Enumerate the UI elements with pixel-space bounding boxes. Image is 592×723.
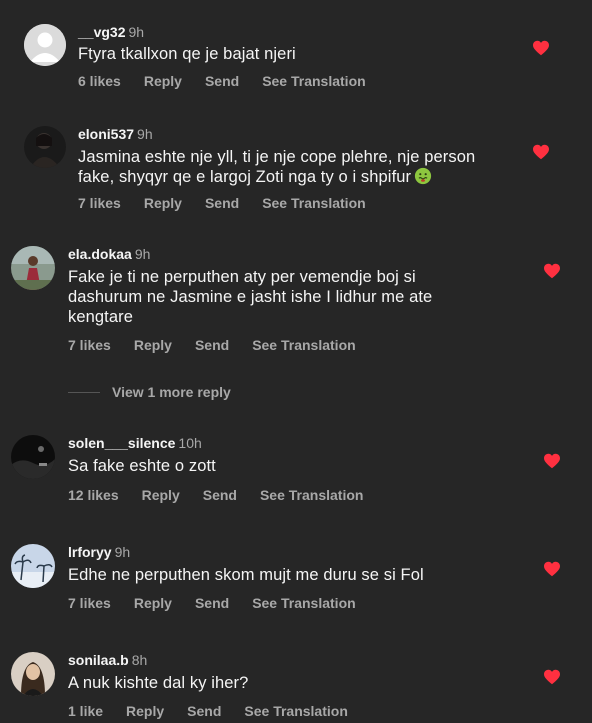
like-heart-icon[interactable] xyxy=(532,40,550,56)
comment-text-line: dashurum ne Jasmine e jasht ishe I lidhu… xyxy=(68,288,433,306)
username[interactable]: solen___silence xyxy=(68,435,175,451)
default-avatar-icon xyxy=(24,24,66,66)
see-translation-button[interactable]: See Translation xyxy=(252,595,355,611)
see-translation-button[interactable]: See Translation xyxy=(252,337,355,353)
comment-header: solen___silence 10h xyxy=(68,435,202,451)
likes-count[interactable]: 7 likes xyxy=(78,195,121,211)
comment-header: ela.dokaa 9h xyxy=(68,246,150,262)
like-heart-icon[interactable] xyxy=(543,561,561,577)
like-heart-icon[interactable] xyxy=(543,263,561,279)
profile-photo-icon xyxy=(11,246,55,290)
likes-count[interactable]: 6 likes xyxy=(78,73,121,89)
view-more-replies-button[interactable]: View 1 more reply xyxy=(68,384,231,400)
comment-text: Fake je ti ne perputhen aty per vemendje… xyxy=(68,267,432,327)
comment-time: 9h xyxy=(114,544,131,560)
comment-text-line: Jasmina eshte nje yll, ti je nje cope pl… xyxy=(78,148,476,166)
comment-header: eloni537 9h xyxy=(78,126,153,142)
reply-button[interactable]: Reply xyxy=(144,73,182,89)
reply-button[interactable]: Reply xyxy=(126,703,164,719)
nauseated-face-icon xyxy=(414,167,432,185)
avatar-ela-dokaa[interactable] xyxy=(11,246,55,290)
send-button[interactable]: Send xyxy=(203,487,237,503)
comment-time: 10h xyxy=(178,435,202,451)
like-heart-icon[interactable] xyxy=(532,144,550,160)
comment-header: lrforyy 9h xyxy=(68,544,130,560)
comment-header: __vg32 9h xyxy=(78,24,144,40)
profile-photo-icon xyxy=(11,652,55,696)
comment-time: 9h xyxy=(137,126,153,142)
see-translation-button[interactable]: See Translation xyxy=(244,703,347,719)
profile-photo-icon xyxy=(24,126,66,168)
likes-count[interactable]: 12 likes xyxy=(68,487,119,503)
comment-text: Jasmina eshte nje yll, ti je nje cope pl… xyxy=(78,147,475,187)
send-button[interactable]: Send xyxy=(205,73,239,89)
profile-photo-icon xyxy=(11,544,55,588)
comment-actions: 7 likes Reply Send See Translation xyxy=(78,195,389,211)
comment-time: 9h xyxy=(134,246,151,262)
username[interactable]: lrforyy xyxy=(68,544,112,560)
see-translation-button[interactable]: See Translation xyxy=(262,195,365,211)
comment-text-line-content: fake, shyqyr qe e largoj Zoti nga ty o i… xyxy=(78,168,412,186)
comment-text: Sa fake eshte o zott xyxy=(68,457,216,475)
like-heart-icon[interactable] xyxy=(543,453,561,469)
comment-actions: 6 likes Reply Send See Translation xyxy=(78,73,389,89)
comment-time: 8h xyxy=(131,652,148,668)
see-translation-button[interactable]: See Translation xyxy=(262,73,365,89)
comment-header: sonilaa.b 8h xyxy=(68,652,147,668)
comment-actions: 7 likes Reply Send See Translation xyxy=(68,595,379,611)
comment-text: A nuk kishte dal ky iher? xyxy=(68,674,249,692)
avatar-eloni537[interactable] xyxy=(24,126,66,168)
comment-text-line: fake, shyqyr qe e largoj Zoti nga ty o i… xyxy=(78,167,475,187)
avatar-lrforyy[interactable] xyxy=(11,544,55,588)
send-button[interactable]: Send xyxy=(195,337,229,353)
comment-text: Edhe ne perputhen skom mujt me duru se s… xyxy=(68,566,424,584)
username[interactable]: sonilaa.b xyxy=(68,652,129,668)
comment-text-line: Fake je ti ne perputhen aty per vemendje… xyxy=(68,268,416,286)
avatar-default[interactable] xyxy=(24,24,66,66)
avatar-sonilaa-b[interactable] xyxy=(11,652,55,696)
comment-actions: 7 likes Reply Send See Translation xyxy=(68,337,379,353)
username[interactable]: ela.dokaa xyxy=(68,246,132,262)
send-button[interactable]: Send xyxy=(205,195,239,211)
reply-button[interactable]: Reply xyxy=(134,337,172,353)
reply-button[interactable]: Reply xyxy=(142,487,180,503)
send-button[interactable]: Send xyxy=(195,595,229,611)
comment-actions: 12 likes Reply Send See Translation xyxy=(68,487,386,503)
likes-count[interactable]: 7 likes xyxy=(68,337,111,353)
divider-line xyxy=(68,391,100,393)
reply-button[interactable]: Reply xyxy=(144,195,182,211)
send-button[interactable]: Send xyxy=(187,703,221,719)
username[interactable]: eloni537 xyxy=(78,126,134,142)
like-heart-icon[interactable] xyxy=(543,669,561,685)
reply-button[interactable]: Reply xyxy=(134,595,172,611)
comment-time: 9h xyxy=(128,24,145,40)
likes-count[interactable]: 1 like xyxy=(68,703,103,719)
comment-text-line: kengtare xyxy=(68,308,134,326)
profile-photo-icon xyxy=(11,435,55,479)
view-more-label: View 1 more reply xyxy=(112,384,231,400)
comment-actions: 1 like Reply Send See Translation xyxy=(68,703,371,719)
likes-count[interactable]: 7 likes xyxy=(68,595,111,611)
avatar-solen-silence[interactable] xyxy=(11,435,55,479)
username[interactable]: __vg32 xyxy=(78,24,125,40)
comment-text: Ftyra tkallxon qe je bajat njeri xyxy=(78,45,296,63)
see-translation-button[interactable]: See Translation xyxy=(260,487,363,503)
